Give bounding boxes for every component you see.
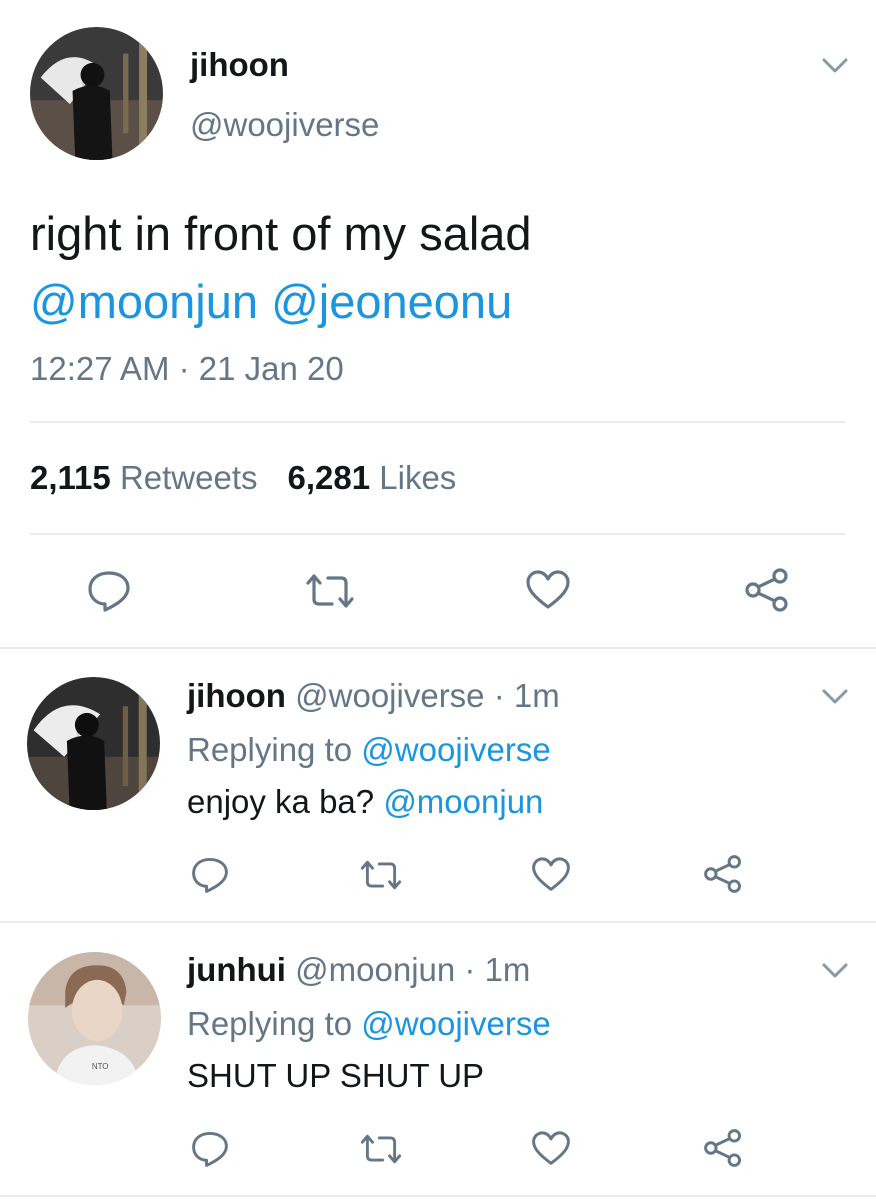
replying-to: Replying to @woojiverse [187, 1005, 551, 1043]
tweet-mentions: @moonjun @jeoneonu [30, 268, 532, 336]
retweet-icon[interactable] [358, 858, 404, 892]
display-name[interactable]: junhui [187, 951, 286, 988]
timestamp[interactable]: 12:27 AM · 21 Jan 20 [30, 350, 344, 388]
reply-icon[interactable] [86, 569, 132, 613]
reply-header: junhui @moonjun · 1m [187, 951, 530, 989]
retweets-label: Retweets [119, 459, 258, 496]
chevron-down-icon[interactable] [820, 54, 850, 76]
like-icon[interactable] [531, 1130, 571, 1167]
handle[interactable]: @woojiverse [295, 677, 484, 714]
reply-time[interactable]: · 1m [494, 677, 560, 714]
avatar[interactable] [30, 27, 163, 160]
reply-text-content: enjoy ka ba? [187, 783, 375, 820]
tweet-text-line: right in front of my salad [30, 207, 532, 260]
mention-link[interactable]: @moonjun [30, 275, 258, 328]
mention-link[interactable]: @moonjun [383, 783, 543, 820]
mention-link[interactable]: @woojiverse [361, 1005, 550, 1042]
likes-stat[interactable]: 6,281 Likes [288, 459, 457, 496]
retweets-stat[interactable]: 2,115 Retweets [30, 459, 258, 496]
replying-to: Replying to @woojiverse [187, 731, 551, 769]
reply-text: enjoy ka ba? @moonjun [187, 783, 543, 821]
like-icon[interactable] [531, 856, 571, 893]
divider [0, 647, 876, 649]
mention-link[interactable]: @jeoneonu [271, 275, 512, 328]
display-name[interactable]: jihoon [190, 46, 289, 84]
divider [0, 921, 876, 923]
tweet-stats: 2,115 Retweets 6,281 Likes [30, 459, 456, 497]
divider [0, 1195, 876, 1197]
divider [30, 421, 846, 423]
reply-text: SHUT UP SHUT UP [187, 1057, 484, 1095]
handle[interactable]: @moonjun [295, 951, 455, 988]
mention-link[interactable]: @woojiverse [361, 731, 550, 768]
reply-icon[interactable] [190, 1130, 230, 1168]
retweets-count: 2,115 [30, 459, 111, 496]
likes-label: Likes [379, 459, 457, 496]
svg-text:NTO: NTO [92, 1062, 109, 1071]
reply-time[interactable]: · 1m [464, 951, 530, 988]
chevron-down-icon[interactable] [820, 685, 850, 707]
reply-icon[interactable] [190, 856, 230, 894]
share-icon[interactable] [703, 1128, 743, 1168]
chevron-down-icon[interactable] [820, 959, 850, 981]
handle[interactable]: @woojiverse [190, 106, 379, 144]
retweet-icon[interactable] [358, 1132, 404, 1166]
tweet-text: right in front of my salad @moonjun @jeo… [30, 200, 532, 336]
replying-label: Replying to [187, 1005, 353, 1042]
likes-count: 6,281 [287, 459, 371, 496]
share-icon[interactable] [744, 567, 790, 613]
replying-label: Replying to [187, 731, 353, 768]
like-icon[interactable] [525, 569, 571, 611]
share-icon[interactable] [703, 854, 743, 894]
reply-text-content: SHUT UP SHUT UP [187, 1057, 485, 1094]
avatar[interactable]: NTO [28, 952, 161, 1085]
retweet-icon[interactable] [304, 571, 356, 611]
divider [30, 533, 846, 535]
reply-header: jihoon @woojiverse · 1m [187, 677, 560, 715]
display-name[interactable]: jihoon [187, 677, 286, 714]
avatar[interactable] [27, 677, 160, 810]
